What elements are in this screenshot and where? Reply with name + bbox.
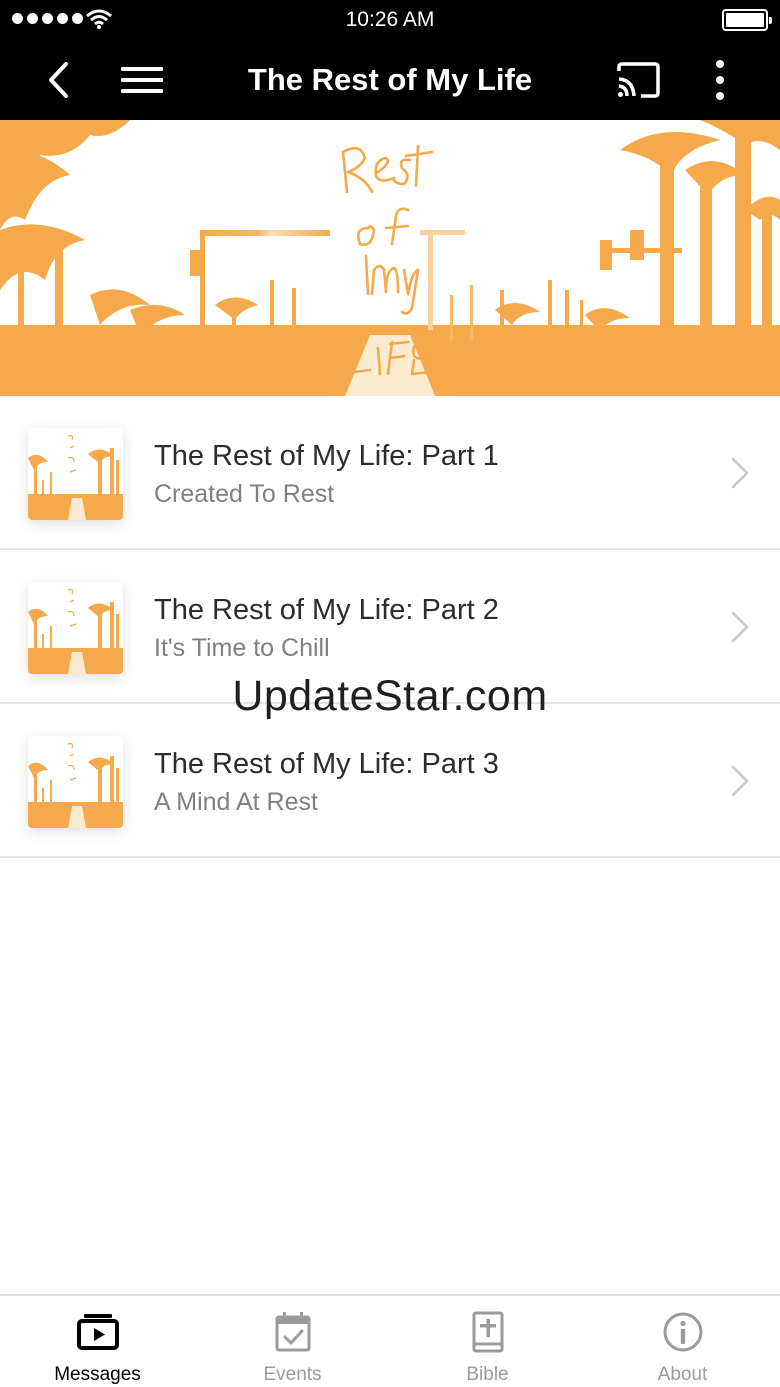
tab-label: About bbox=[657, 1364, 708, 1385]
chevron-right-icon bbox=[731, 765, 749, 797]
tab-label: Messages bbox=[54, 1364, 141, 1385]
series-banner bbox=[0, 120, 780, 396]
tab-bar: Messages Events Bible About bbox=[0, 1294, 780, 1387]
list-item[interactable]: The Rest of My Life: Part 1 Created To R… bbox=[0, 396, 780, 550]
hamburger-menu-icon bbox=[121, 67, 163, 93]
chevron-left-icon bbox=[49, 62, 68, 98]
chevron-right-icon bbox=[731, 611, 749, 643]
tab-events[interactable]: Events bbox=[195, 1296, 390, 1387]
series-banner-art bbox=[0, 120, 780, 396]
menu-button[interactable] bbox=[116, 40, 168, 120]
list-item[interactable]: The Rest of My Life: Part 3 A Mind At Re… bbox=[0, 704, 780, 858]
message-subtitle: It's Time to Chill bbox=[154, 634, 330, 662]
more-vertical-icon bbox=[716, 60, 724, 100]
message-title: The Rest of My Life: Part 1 bbox=[154, 440, 499, 472]
back-button[interactable] bbox=[36, 40, 80, 120]
page-title: The Rest of My Life bbox=[247, 62, 533, 97]
info-circle-icon bbox=[663, 1312, 702, 1352]
message-subtitle: A Mind At Rest bbox=[154, 788, 318, 816]
bible-cross-icon bbox=[472, 1311, 503, 1353]
message-title: The Rest of My Life: Part 2 bbox=[154, 594, 499, 626]
status-bar: 10:26 AM bbox=[0, 0, 780, 40]
tab-label: Events bbox=[263, 1364, 322, 1385]
message-title: The Rest of My Life: Part 3 bbox=[154, 748, 499, 780]
tab-bible[interactable]: Bible bbox=[390, 1296, 585, 1387]
message-thumbnail bbox=[28, 428, 123, 520]
cast-icon bbox=[617, 62, 660, 98]
chevron-right-icon bbox=[731, 457, 749, 489]
play-media-icon bbox=[76, 1314, 119, 1350]
status-time: 10:26 AM bbox=[345, 8, 435, 31]
more-options-button[interactable] bbox=[700, 40, 740, 120]
message-thumbnail bbox=[28, 736, 123, 828]
cast-button[interactable] bbox=[610, 40, 666, 120]
message-thumbnail bbox=[28, 582, 123, 674]
calendar-check-icon bbox=[275, 1312, 310, 1352]
tab-about[interactable]: About bbox=[585, 1296, 780, 1387]
navigation-bar: The Rest of My Life bbox=[0, 40, 780, 120]
message-subtitle: Created To Rest bbox=[154, 480, 335, 508]
watermark-text: UpdateStar.com bbox=[232, 672, 548, 720]
tab-label: Bible bbox=[466, 1364, 509, 1385]
message-list: The Rest of My Life: Part 1 Created To R… bbox=[0, 396, 780, 858]
battery-full-icon bbox=[722, 9, 772, 31]
tab-messages[interactable]: Messages bbox=[0, 1296, 195, 1387]
